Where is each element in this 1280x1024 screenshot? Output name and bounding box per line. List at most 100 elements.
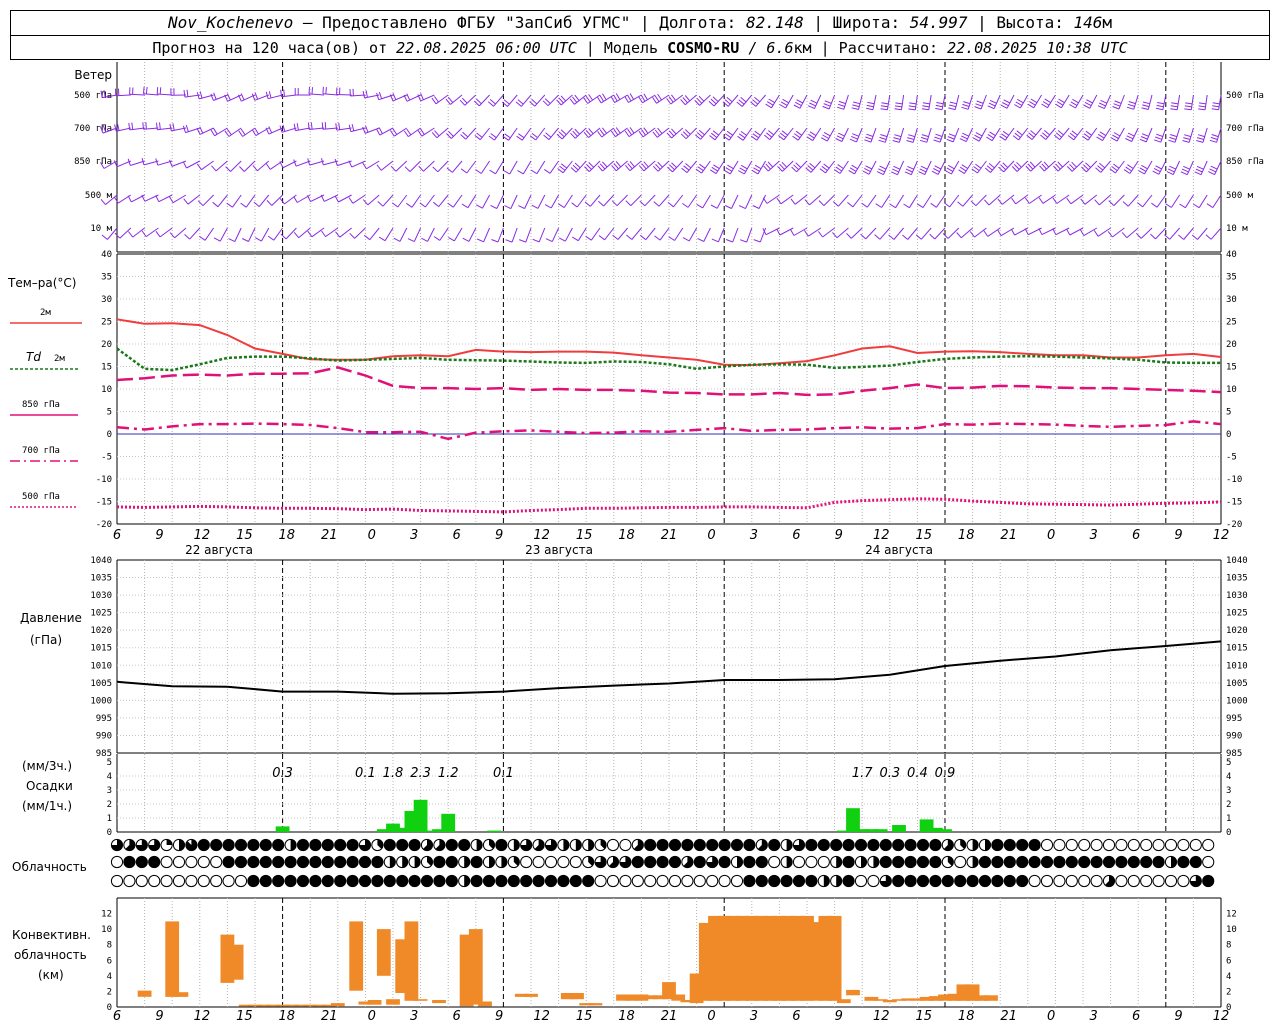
wind-barb-staff [309,160,325,166]
wind-barb-staff [687,194,698,208]
wind-barb-staff [467,194,477,208]
legend-700-label: 700 гПа [22,446,60,456]
wind-barb-feather [585,129,592,137]
conv-bar [478,1001,492,1007]
cloud-cover-fill [768,839,780,851]
wind-barb-staff [479,127,490,141]
wind-barb-feather [446,133,452,139]
wind-barb-staff [881,194,891,208]
wind-barb-staff [451,160,463,173]
wind-barb-staff [201,160,214,171]
wind-barb-feather [141,230,147,237]
cloud-cover-fill [843,856,855,868]
cloud-cover-fill [513,839,520,851]
cloud-cover-fill [148,856,160,868]
wind-barb-feather [892,168,899,173]
cloud-cover-circle [1102,838,1116,852]
hour-label-conv: 3 [410,1009,418,1024]
wind-barb-feather [268,126,273,134]
wind-barb-staff [1204,94,1208,110]
wind-barb-feather [1017,98,1024,104]
wind-barb-staff [935,194,946,208]
cloud-cover-circle [1127,838,1140,852]
cloud-cover-fill [588,839,594,851]
wind-barb-feather [393,237,401,242]
wind-barb-feather [737,135,744,141]
wind-barb-feather [1072,98,1079,104]
wind-barb-feather [1210,136,1218,140]
cloud-cover-fill [260,839,272,851]
cloud-cover-fill [483,875,495,887]
wind-barb-feather [1066,228,1071,236]
hour-label-conv: 12 [873,1009,890,1024]
cloud-cover-fill [892,856,904,868]
cloud-cover-fill [247,839,259,851]
wind-level-label-left: 500 м [85,191,113,201]
hour-label-temp: 6 [113,528,121,543]
hour-label-temp: 18 [618,528,635,543]
wind-barb-feather [613,128,619,136]
pressure-tick-left: 1020 [90,626,112,636]
cloud-cover-circle [817,855,830,869]
wind-barb-feather [1121,232,1128,239]
wind-barb-feather [987,105,995,110]
cloud-cover-fill [557,875,570,887]
cloud-cover-circle [544,855,558,869]
wind-barb-feather [172,123,175,131]
wind-barb-feather [667,166,673,173]
wind-barb-feather [293,159,297,167]
wind-barb-feather [696,203,703,209]
hour-label-temp: 15 [576,528,593,543]
wind-barb-feather [1070,101,1078,106]
wind-barb-feather [794,133,801,139]
cloud-cover-fill [476,839,483,851]
cloud-cover-circle [1090,838,1103,852]
wind-barb-feather [724,205,732,209]
wind-barb-staff [1057,160,1070,172]
cloud-cover-fill [917,875,929,887]
wind-barb-feather [1183,165,1190,170]
cloud-cover-fill [719,856,731,868]
wind-barb-feather [1122,201,1129,207]
conv-tick-left: 8 [107,941,112,951]
wind-barb-staff [713,94,725,107]
cloud-cover-circle [210,874,223,888]
wind-barb-feather [959,166,967,172]
wind-barb-staff [882,160,891,175]
conv-bar [468,929,483,1005]
cloud-cover-fill [433,856,445,868]
wind-barb-feather [324,122,327,130]
cloud-cover-circle [656,874,669,888]
cloud-cover-fill [786,856,793,868]
wind-barb-feather [1040,134,1047,140]
wind-barb-feather [602,127,607,134]
wind-barb-staff [350,94,366,97]
wind-barb-feather [794,101,802,107]
cloud-cover-circle [1152,874,1165,888]
conv-tick-right: 10 [1226,925,1237,935]
cloud-cover-fill [166,839,173,845]
wind-barb-feather [558,203,565,209]
wind-barb-feather [544,204,552,209]
wind-barb-feather [1183,137,1191,140]
conv-bar [229,944,244,980]
wind-barb-staff [1018,127,1029,141]
wind-barb-staff [427,227,435,242]
wind-barb-feather [762,197,768,204]
precip-bar [487,830,502,832]
cloud-cover-circle [668,874,682,888]
wind-barb-feather [504,133,511,139]
hour-label-temp: 12 [533,528,550,543]
wind-barb-feather [1055,103,1062,109]
wind-barb-feather [532,238,540,243]
wind-barb-feather [972,137,980,142]
wind-barb-staff [550,194,560,209]
wind-barb-staff [323,194,339,202]
wind-barb-staff [397,194,408,208]
wind-barb-staff [1169,227,1180,240]
wind-barb-staff [339,227,352,238]
wind-barb-feather [832,201,839,207]
wind-barb-staff [758,194,767,209]
wind-barb-staff [322,127,338,130]
wind-barb-feather [657,93,662,101]
